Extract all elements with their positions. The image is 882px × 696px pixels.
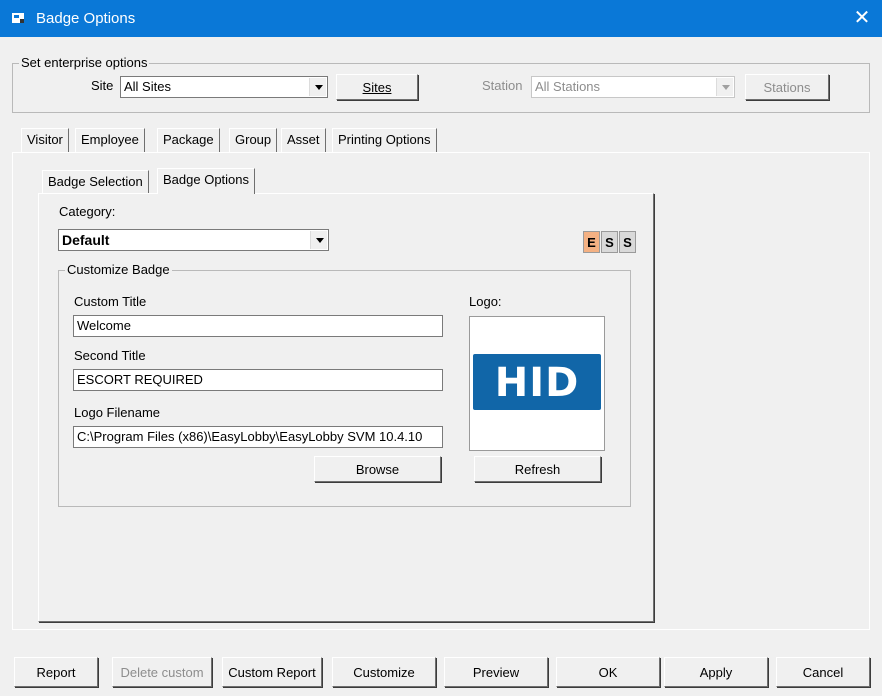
- enterprise-options-legend: Set enterprise options: [19, 55, 150, 70]
- tab-asset-label: Asset: [287, 132, 320, 147]
- refresh-button[interactable]: Refresh: [474, 456, 601, 482]
- ok-button[interactable]: OK: [556, 657, 660, 687]
- custom-title-label: Custom Title: [74, 294, 147, 309]
- site-label: Site: [91, 78, 114, 93]
- second-title-value: ESCORT REQUIRED: [77, 372, 203, 387]
- ess-s1-badge[interactable]: S: [601, 231, 618, 253]
- tab-employee-label: Employee: [81, 132, 139, 147]
- hid-logo-text: HID: [494, 360, 580, 406]
- customize-button[interactable]: Customize: [332, 657, 436, 687]
- browse-button-label: Browse: [355, 461, 400, 477]
- second-title-label: Second Title: [74, 348, 146, 363]
- sites-button[interactable]: Sites: [336, 74, 418, 100]
- ess-e-badge[interactable]: E: [583, 231, 600, 253]
- station-label: Station: [482, 78, 523, 93]
- subtab-badge-selection-label: Badge Selection: [48, 174, 143, 189]
- tab-employee[interactable]: Employee: [75, 128, 145, 152]
- subtab-badge-options[interactable]: Badge Options: [157, 168, 256, 194]
- title-bar: Badge Options ✕: [0, 0, 882, 37]
- custom-title-value: Welcome: [77, 318, 131, 333]
- tab-visitor-label: Visitor: [27, 132, 63, 147]
- ess-s2-badge[interactable]: S: [619, 231, 636, 253]
- category-select[interactable]: Default: [58, 229, 329, 251]
- tab-package[interactable]: Package: [157, 128, 220, 152]
- window-title: Badge Options: [36, 10, 136, 27]
- subtab-badge-selection[interactable]: Badge Selection: [42, 170, 149, 194]
- refresh-button-label: Refresh: [514, 461, 561, 477]
- tab-asset[interactable]: Asset: [281, 128, 326, 152]
- delete-custom-button[interactable]: Delete custom: [112, 657, 212, 687]
- tab-printing-options[interactable]: Printing Options: [332, 128, 437, 152]
- chevron-down-icon[interactable]: [309, 78, 326, 96]
- hid-logo: HID: [473, 354, 601, 410]
- custom-title-field[interactable]: Welcome: [73, 315, 443, 337]
- report-button-label: Report: [36, 664, 76, 680]
- badge-options-window: Badge Options ✕ Set enterprise options S…: [0, 0, 882, 696]
- site-select-value: All Sites: [124, 79, 171, 94]
- site-select[interactable]: All Sites: [120, 76, 328, 98]
- chevron-down-icon[interactable]: [716, 78, 733, 96]
- category-label: Category:: [59, 204, 116, 219]
- tab-package-label: Package: [163, 132, 214, 147]
- station-select[interactable]: All Stations: [531, 76, 735, 98]
- custom-report-button[interactable]: Custom Report: [222, 657, 322, 687]
- app-icon: [12, 13, 24, 23]
- cancel-button[interactable]: Cancel: [776, 657, 870, 687]
- preview-button[interactable]: Preview: [444, 657, 548, 687]
- stations-button-label: Stations: [763, 79, 811, 95]
- tab-visitor[interactable]: Visitor: [21, 128, 69, 152]
- logo-label: Logo:: [469, 294, 502, 309]
- close-icon[interactable]: ✕: [842, 0, 882, 37]
- ok-button-label: OK: [598, 664, 618, 680]
- apply-button[interactable]: Apply: [664, 657, 768, 687]
- browse-button[interactable]: Browse: [314, 456, 441, 482]
- stations-button[interactable]: Stations: [745, 74, 829, 100]
- ess-indicators: E S S: [583, 231, 637, 253]
- tab-printing-options-label: Printing Options: [338, 132, 431, 147]
- delete-custom-button-label: Delete custom: [120, 664, 204, 680]
- customize-button-label: Customize: [353, 664, 415, 680]
- sites-button-label: Sites: [362, 79, 392, 95]
- second-title-field[interactable]: ESCORT REQUIRED: [73, 369, 443, 391]
- station-select-value: All Stations: [535, 79, 601, 94]
- logo-filename-value: C:\Program Files (x86)\EasyLobby\EasyLob…: [77, 429, 423, 444]
- cancel-button-label: Cancel: [802, 664, 844, 680]
- tab-group-label: Group: [235, 132, 272, 147]
- category-select-value: Default: [62, 232, 110, 248]
- logo-preview: HID: [469, 316, 605, 451]
- preview-button-label: Preview: [472, 664, 520, 680]
- logo-filename-field[interactable]: C:\Program Files (x86)\EasyLobby\EasyLob…: [73, 426, 443, 448]
- report-button[interactable]: Report: [14, 657, 98, 687]
- customize-badge-legend: Customize Badge: [65, 262, 172, 277]
- chevron-down-icon[interactable]: [310, 231, 327, 249]
- logo-filename-label: Logo Filename: [74, 405, 160, 420]
- apply-button-label: Apply: [699, 664, 733, 680]
- custom-report-button-label: Custom Report: [228, 664, 316, 680]
- tab-group[interactable]: Group: [229, 128, 278, 152]
- subtab-badge-options-label: Badge Options: [163, 172, 250, 187]
